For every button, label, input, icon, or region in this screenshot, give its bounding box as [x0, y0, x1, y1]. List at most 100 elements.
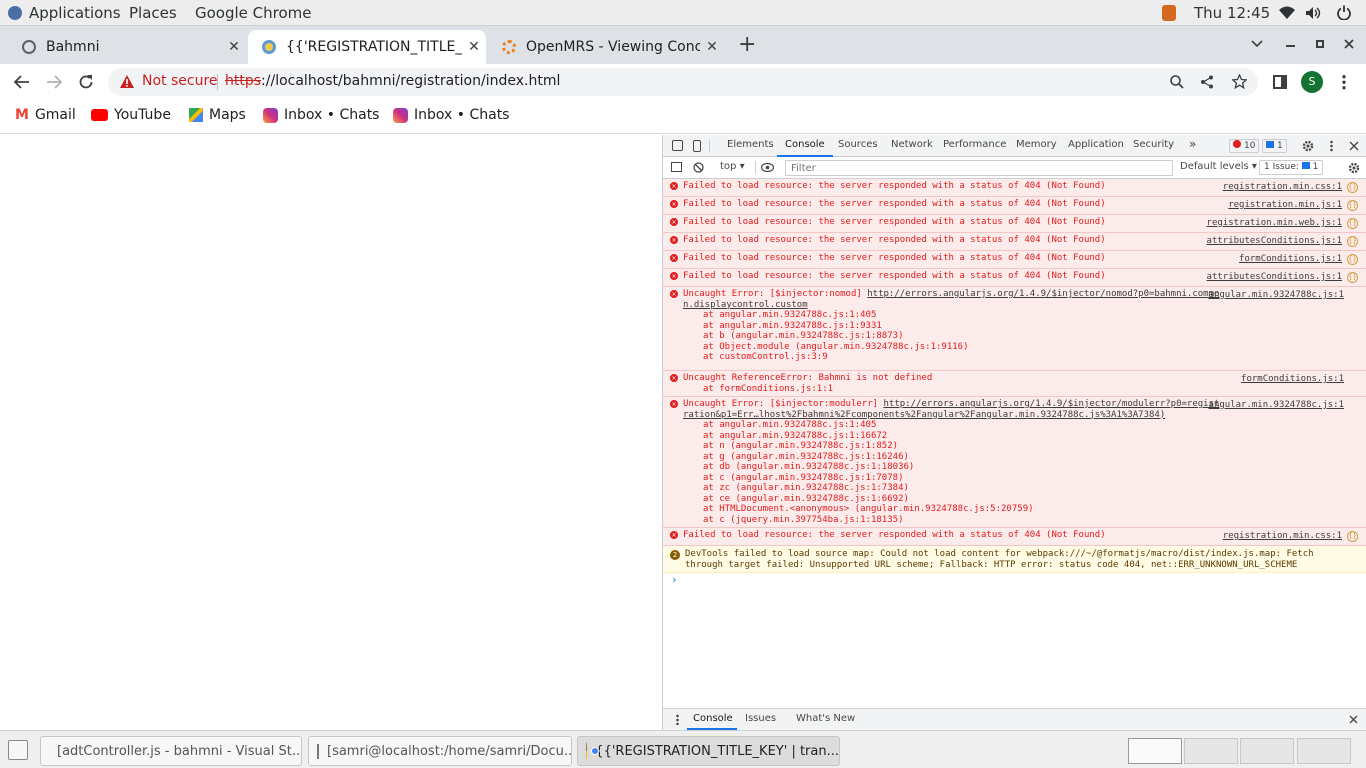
tab-sources[interactable]: Sources	[838, 139, 878, 150]
more-tabs-button[interactable]: »	[1189, 137, 1196, 151]
stack-frame[interactable]: at c (jquery.min.397754ba.js:1:18135)	[683, 515, 1362, 526]
sidebar-toggle-icon[interactable]	[671, 162, 682, 172]
bookmark-inbox-2[interactable]: Inbox • Chats	[393, 107, 509, 123]
source-link[interactable]: angular.min.9324788c.js:1	[1209, 290, 1344, 301]
active-app-menu[interactable]: Google Chrome	[195, 4, 312, 22]
stack-frame[interactable]: at g (angular.min.9324788c.js:1:16246)	[683, 452, 1362, 463]
taskbar-vscode[interactable]: [adtController.js - bahmni - Visual St..…	[40, 736, 302, 766]
console-error[interactable]: ✕ Failed to load resource: the server res…	[663, 179, 1366, 197]
taskbar-terminal[interactable]: [samri@localhost:/home/samri/Docu...	[308, 736, 572, 766]
drawer-menu-icon[interactable]	[676, 714, 679, 725]
close-tab-icon[interactable]: ✕	[462, 39, 486, 55]
source-link[interactable]: formConditions.js:1	[1239, 254, 1342, 265]
power-icon[interactable]	[1337, 5, 1351, 20]
settings-gear-icon[interactable]	[1302, 140, 1314, 152]
error-doc-link-cont[interactable]: ration&p1=Err…lhost%2Fbahmni%2Fcomponent…	[683, 410, 1165, 420]
source-link[interactable]: formConditions.js:1	[1241, 374, 1344, 385]
error-doc-link-cont[interactable]: n.displaycontrol.custom	[683, 300, 808, 310]
wifi-icon[interactable]	[1279, 6, 1295, 20]
clock[interactable]: Thu 12:45	[1194, 4, 1270, 22]
source-link[interactable]: attributesConditions.js:1	[1207, 272, 1342, 283]
stack-frame[interactable]: at db (angular.min.9324788c.js:1:18036)	[683, 462, 1362, 473]
console-prompt[interactable]: ›	[663, 573, 1366, 589]
tab-application[interactable]: Application	[1068, 139, 1124, 150]
source-link[interactable]: registration.min.web.js:1	[1207, 218, 1342, 229]
share-icon[interactable]	[1200, 75, 1214, 89]
source-link[interactable]: registration.min.css:1	[1223, 531, 1342, 542]
error-doc-link[interactable]: http://errors.angularjs.org/1.4.9/$injec…	[883, 399, 1219, 409]
stack-frame[interactable]: at n (angular.min.9324788c.js:1:852)	[683, 441, 1362, 452]
device-toolbar-icon[interactable]	[693, 140, 701, 152]
applications-menu[interactable]: Applications	[8, 4, 121, 22]
workspace-3[interactable]	[1240, 738, 1294, 764]
bookmark-maps[interactable]: Maps	[189, 107, 246, 123]
console-error[interactable]: ✕ Failed to load resource: the server res…	[663, 215, 1366, 233]
tab-registration[interactable]: {{'REGISTRATION_TITLE_K ✕	[248, 30, 486, 64]
stack-frame[interactable]: at customControl.js:3:9	[683, 352, 1362, 363]
address-bar[interactable]: Not secure https://localhost/bahmni/regi…	[108, 68, 1258, 96]
places-menu[interactable]: Places	[129, 4, 177, 22]
close-window-icon[interactable]	[1344, 39, 1354, 49]
new-tab-button[interactable]: +	[738, 32, 756, 57]
issues-count-badge[interactable]: 1	[1262, 139, 1287, 153]
console-error-nomod[interactable]: ✕ Uncaught Error: [$injector:nomod] http…	[663, 287, 1366, 371]
bookmark-youtube[interactable]: YouTube	[91, 107, 171, 123]
zoom-icon[interactable]	[1170, 75, 1184, 89]
workspace-2[interactable]	[1184, 738, 1238, 764]
source-link[interactable]: registration.min.css:1	[1223, 182, 1342, 193]
tab-network[interactable]: Network	[891, 139, 933, 150]
stack-frame[interactable]: at formConditions.js:1:1	[683, 384, 1326, 395]
bookmark-inbox-1[interactable]: Inbox • Chats	[263, 107, 379, 123]
stack-frame[interactable]: at ce (angular.min.9324788c.js:1:6692)	[683, 494, 1362, 505]
log-levels-dropdown[interactable]: Default levels ▾	[1180, 161, 1257, 172]
show-desktop-icon[interactable]	[8, 740, 28, 760]
tab-bahmni[interactable]: Bahmni ✕	[8, 30, 246, 64]
error-count-badge[interactable]: 10	[1229, 139, 1260, 153]
source-link[interactable]: registration.min.js:1	[1228, 200, 1342, 211]
side-panel-icon[interactable]	[1273, 75, 1287, 89]
stack-frame[interactable]: at b (angular.min.9324788c.js:1:8873)	[683, 331, 1362, 342]
stack-frame[interactable]: at angular.min.9324788c.js:1:405	[683, 420, 1362, 431]
drawer-tab-issues[interactable]: Issues	[745, 713, 776, 724]
stack-frame[interactable]: at c (angular.min.9324788c.js:1:7078)	[683, 473, 1362, 484]
console-error-reference[interactable]: ✕ Uncaught ReferenceError: Bahmni is not…	[663, 371, 1366, 397]
volume-icon[interactable]	[1305, 6, 1321, 20]
close-devtools-icon[interactable]	[1349, 141, 1359, 151]
close-drawer-icon[interactable]	[1349, 715, 1358, 724]
notification-icon[interactable]	[1162, 5, 1176, 21]
console-error[interactable]: ✕ Failed to load resource: the server res…	[663, 197, 1366, 215]
source-link[interactable]: angular.min.9324788c.js:1	[1209, 400, 1344, 411]
context-selector[interactable]: top ▾	[720, 161, 745, 172]
stack-frame[interactable]: at zc (angular.min.9324788c.js:1:7384)	[683, 483, 1362, 494]
stack-frame[interactable]: at HTMLDocument.<anonymous> (angular.min…	[683, 504, 1362, 515]
stack-frame[interactable]: at angular.min.9324788c.js:1:9331	[683, 321, 1362, 332]
reload-icon[interactable]	[78, 74, 94, 90]
drawer-tab-whats-new[interactable]: What's New	[796, 713, 855, 724]
console-settings-gear-icon[interactable]	[1348, 162, 1360, 174]
close-tab-icon[interactable]: ✕	[222, 39, 246, 55]
close-tab-icon[interactable]: ✕	[700, 39, 724, 55]
page-viewport[interactable]	[0, 135, 662, 730]
tab-performance[interactable]: Performance	[943, 139, 1006, 150]
forward-icon[interactable]	[46, 75, 62, 89]
console-error[interactable]: ✕ Failed to load resource: the server res…	[663, 269, 1366, 287]
bookmark-star-icon[interactable]	[1232, 74, 1247, 89]
source-link[interactable]: attributesConditions.js:1	[1207, 236, 1342, 247]
profile-avatar[interactable]: S	[1301, 71, 1323, 93]
console-warning[interactable]: 2 DevTools failed to load source map: Cou…	[663, 546, 1366, 573]
workspace-4[interactable]	[1297, 738, 1351, 764]
error-doc-link[interactable]: http://errors.angularjs.org/1.4.9/$injec…	[867, 289, 1219, 299]
devtools-menu-icon[interactable]	[1330, 140, 1333, 152]
console-error[interactable]: ✕ Failed to load resource: the server res…	[663, 233, 1366, 251]
tab-memory[interactable]: Memory	[1016, 139, 1057, 150]
kebab-menu-icon[interactable]	[1342, 74, 1346, 90]
issues-button[interactable]: 1 Issue: 1	[1259, 160, 1324, 175]
inspect-element-icon[interactable]	[672, 140, 683, 151]
console-error[interactable]: ✕ Failed to load resource: the server res…	[663, 528, 1366, 546]
back-icon[interactable]	[14, 75, 30, 89]
live-expression-eye-icon[interactable]	[761, 163, 774, 172]
tab-openmrs[interactable]: OpenMRS - Viewing Conce ✕	[488, 30, 724, 64]
drawer-tab-console[interactable]: Console	[693, 713, 733, 724]
console-error-modulerr[interactable]: ✕ Uncaught Error: [$injector:modulerr] h…	[663, 397, 1366, 528]
taskbar-chrome[interactable]: {{'REGISTRATION_TITLE_KEY' | tran...	[577, 736, 840, 766]
